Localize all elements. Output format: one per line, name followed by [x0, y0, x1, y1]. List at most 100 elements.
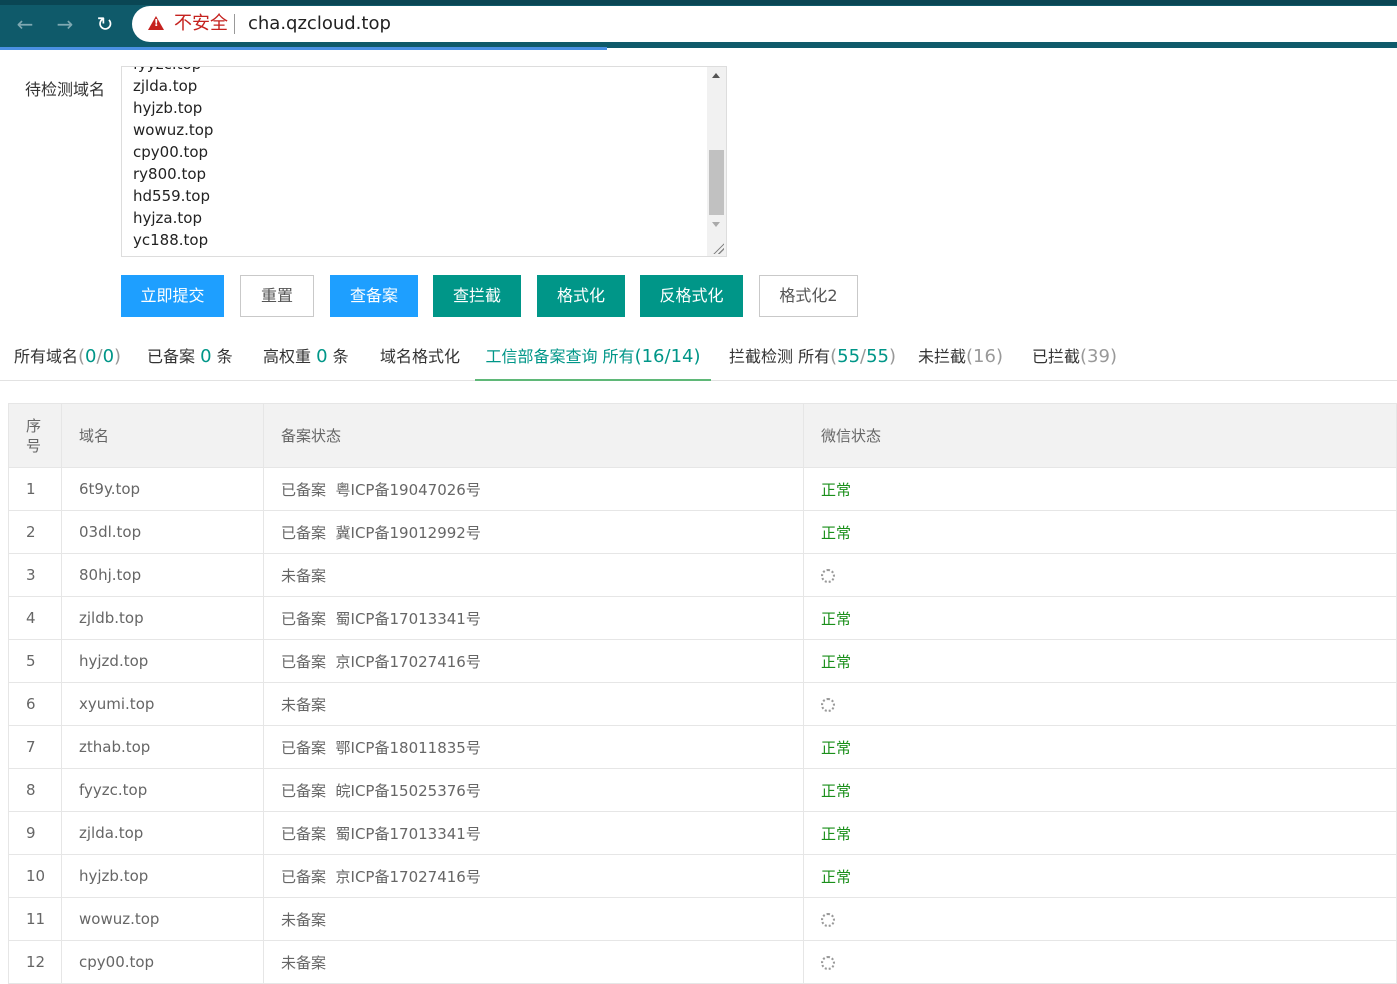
tab-paren: (	[1080, 346, 1088, 367]
row-wechat-status: 正常	[803, 725, 1397, 769]
textarea-line[interactable]: zjlda.top	[133, 75, 213, 97]
scrollbar-thumb[interactable]	[709, 150, 724, 215]
textarea-line[interactable]: ry800.top	[133, 163, 213, 185]
row-index: 11	[8, 897, 62, 941]
reset-button[interactable]: 重置	[240, 275, 314, 317]
textarea-line[interactable]: hyjzb.top	[133, 97, 213, 119]
reload-icon[interactable]: ↻	[93, 12, 117, 36]
row-icp-status: 已备案 粤ICP备19047026号	[263, 467, 804, 511]
textarea-line[interactable]: wowuz.top	[133, 119, 213, 141]
row-index: 4	[8, 596, 62, 640]
tab-label: 域名格式化	[380, 347, 461, 366]
resize-grip-icon[interactable]	[712, 242, 724, 254]
row-icp-status: 未备案	[263, 897, 804, 941]
check-icp-button[interactable]: 查备案	[330, 275, 418, 317]
row-index: 6	[8, 682, 62, 726]
row-domain: hyjzb.top	[61, 854, 264, 898]
wechat-status-text: 正常	[821, 824, 852, 843]
check-block-button[interactable]: 查拦截	[433, 275, 521, 317]
wechat-status-text: 正常	[821, 781, 852, 800]
row-wechat-status	[803, 553, 1397, 597]
table-row: 8 fyyzc.top 已备案 皖ICP备15025376号 正常	[8, 768, 1397, 812]
tab-domain-format[interactable]: 域名格式化	[380, 337, 460, 379]
tab-block-check[interactable]: 拦截检测 所有(55/55)	[729, 337, 896, 379]
table-row: 7 zthab.top 已备案 鄂ICP备18011835号 正常	[8, 725, 1397, 769]
url-text[interactable]: cha.qzcloud.top	[248, 12, 391, 36]
domain-textarea-content[interactable]: fyyzc.topzjlda.tophyjzb.topwowuz.topcpy0…	[133, 67, 213, 251]
table-row: 1 6t9y.top 已备案 粤ICP备19047026号 正常	[8, 467, 1397, 511]
textarea-line[interactable]: hyjza.top	[133, 207, 213, 229]
row-domain: zthab.top	[61, 725, 264, 769]
textarea-line[interactable]: yc188.top	[133, 229, 213, 251]
tab-paren: )	[1109, 346, 1117, 367]
tab-count: 16	[641, 346, 665, 367]
insecure-label[interactable]: 不安全	[174, 12, 228, 36]
row-domain: hyjzd.top	[61, 639, 264, 683]
tab-high-weight[interactable]: 高权重 0 条	[263, 337, 349, 379]
back-arrow-icon[interactable]: ←	[13, 12, 37, 36]
tab-paren: )	[995, 346, 1003, 367]
unformat-button[interactable]: 反格式化	[640, 275, 743, 317]
domain-input-label: 待检测域名	[25, 80, 106, 99]
row-wechat-status: 正常	[803, 639, 1397, 683]
tab-unblocked[interactable]: 未拦截(16)	[918, 337, 1003, 379]
table-row: 10 hyjzb.top 已备案 京ICP备17027416号 正常	[8, 854, 1397, 898]
browser-toolbar: ← → ↻ 不安全 cha.qzcloud.top	[0, 0, 1397, 50]
row-icp-status: 已备案 京ICP备17027416号	[263, 639, 804, 683]
tab-miit-icp[interactable]: 工信部备案查询 所有(16/14)	[475, 337, 711, 381]
row-icp-status: 已备案 京ICP备17027416号	[263, 854, 804, 898]
page-load-progress	[0, 47, 607, 50]
column-header-wechat-status: 微信状态	[803, 403, 1397, 468]
column-header-domain: 域名	[61, 403, 264, 468]
row-domain: 03dl.top	[61, 510, 264, 554]
tab-count: 55	[866, 346, 890, 367]
wechat-status-text: 正常	[821, 738, 852, 757]
warning-triangle-icon[interactable]	[148, 16, 164, 30]
tab-label: 高权重	[263, 347, 317, 366]
row-index: 2	[8, 510, 62, 554]
forward-arrow-icon[interactable]: →	[53, 12, 77, 36]
table-row: 11 wowuz.top 未备案	[8, 897, 1397, 941]
tab-paren: )	[889, 346, 897, 367]
textarea-scrollbar[interactable]	[707, 67, 726, 256]
textarea-line[interactable]: cpy00.top	[133, 141, 213, 163]
table-row: 2 03dl.top 已备案 冀ICP备19012992号 正常	[8, 510, 1397, 554]
format2-button[interactable]: 格式化2	[759, 275, 858, 317]
wechat-status-text: 正常	[821, 609, 852, 628]
row-domain: 6t9y.top	[61, 467, 264, 511]
row-wechat-status	[803, 940, 1397, 984]
address-bar[interactable]: 不安全 cha.qzcloud.top	[132, 6, 1397, 42]
scroll-down-arrow-icon[interactable]	[712, 222, 720, 227]
row-wechat-status: 正常	[803, 811, 1397, 855]
tab-count: 0	[200, 346, 212, 367]
row-domain: wowuz.top	[61, 897, 264, 941]
address-separator	[234, 14, 235, 34]
tab-paren: (	[966, 346, 974, 367]
scroll-up-arrow-icon[interactable]	[712, 73, 720, 78]
tab-all-domains[interactable]: 所有域名(0/0)	[14, 337, 121, 379]
format-button[interactable]: 格式化	[537, 275, 625, 317]
textarea-line[interactable]: hd559.top	[133, 185, 213, 207]
row-domain: zjlda.top	[61, 811, 264, 855]
domain-textarea[interactable]: fyyzc.topzjlda.tophyjzb.topwowuz.topcpy0…	[121, 66, 727, 257]
row-icp-status: 未备案	[263, 682, 804, 726]
header-text: 序	[26, 416, 42, 435]
textarea-line[interactable]: fyyzc.top	[133, 67, 213, 75]
wechat-status-text: 正常	[821, 867, 852, 886]
row-wechat-status: 正常	[803, 467, 1397, 511]
result-tabs: 所有域名(0/0) 已备案 0 条 高权重 0 条 域名格式化 工信部备案查询 …	[0, 337, 1397, 381]
tab-blocked[interactable]: 已拦截(39)	[1032, 337, 1117, 379]
row-index: 5	[8, 639, 62, 683]
row-icp-status: 已备案 皖ICP备15025376号	[263, 768, 804, 812]
wechat-status-text: 正常	[821, 480, 852, 499]
tab-registered[interactable]: 已备案 0 条	[147, 337, 233, 379]
row-index: 8	[8, 768, 62, 812]
loading-spinner-icon	[821, 697, 835, 712]
browser-top-border	[0, 0, 1397, 5]
tab-label: 所有域名	[14, 347, 79, 366]
table-row: 5 hyjzd.top 已备案 京ICP备17027416号 正常	[8, 639, 1397, 683]
tab-count: 16	[973, 346, 996, 367]
table-row: 9 zjlda.top 已备案 蜀ICP备17013341号 正常	[8, 811, 1397, 855]
tab-paren: (	[634, 346, 642, 367]
submit-button[interactable]: 立即提交	[121, 275, 224, 317]
